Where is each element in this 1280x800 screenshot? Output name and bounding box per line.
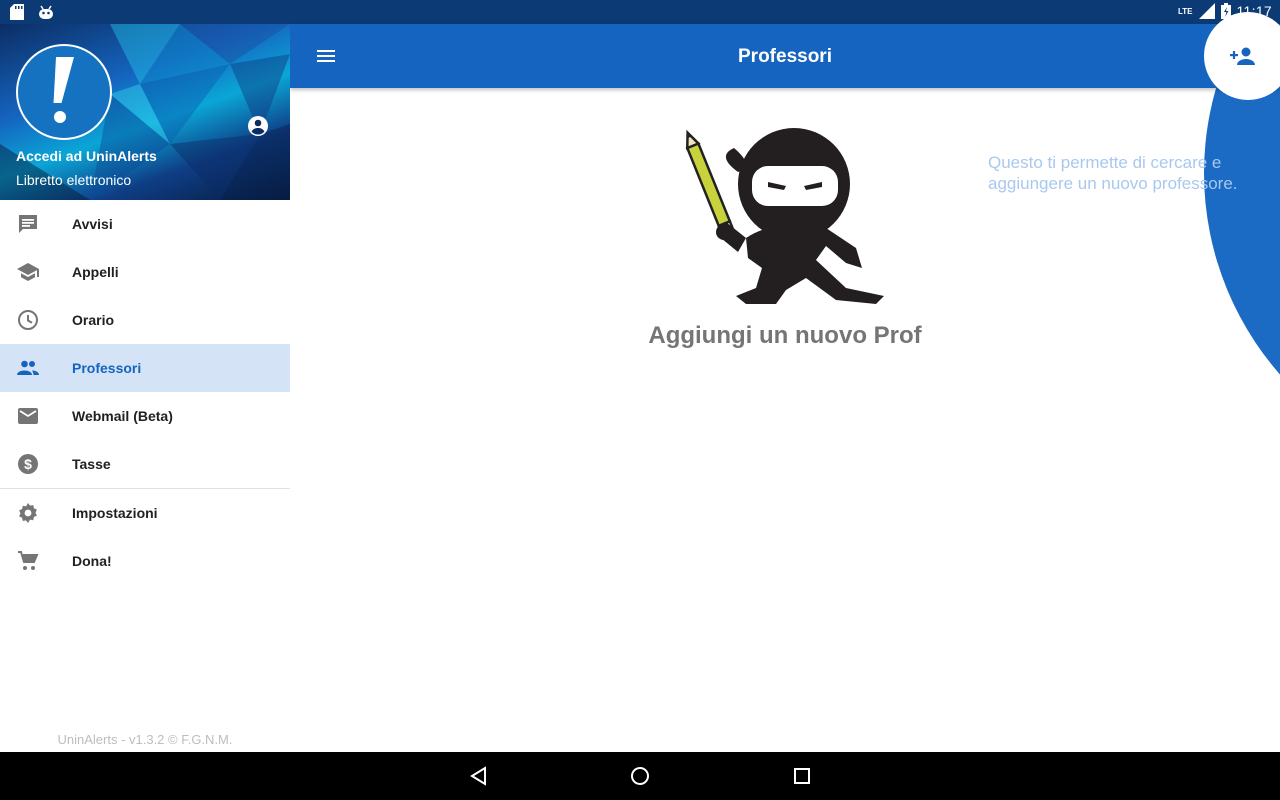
sd-card-icon (10, 4, 24, 20)
app-bar: Professori (290, 24, 1280, 88)
ninja-illustration (685, 128, 884, 304)
sidebar-item-label: Dona! (72, 553, 112, 569)
navigation-drawer: Accedi ad UninAlerts Libretto elettronic… (0, 24, 290, 752)
svg-text:$: $ (24, 456, 32, 472)
sidebar-item-orario[interactable]: Orario (0, 296, 290, 344)
showcase-description: Questo ti permette di cercare e aggiunge… (988, 153, 1238, 193)
sidebar-item-label: Tasse (72, 456, 111, 472)
clock-icon (18, 310, 38, 330)
sidebar-item-impostazioni[interactable]: Impostazioni (0, 489, 290, 537)
school-icon (17, 263, 39, 281)
android-icon (39, 5, 53, 19)
drawer-header: Accedi ad UninAlerts Libretto elettronic… (0, 24, 290, 200)
sidebar-item-tasse[interactable]: $ Tasse (0, 440, 290, 488)
login-subtitle: Libretto elettronico (16, 172, 132, 188)
showcase-highlight (1204, 88, 1280, 478)
cart-icon (18, 551, 39, 570)
sidebar-item-dona[interactable]: Dona! (0, 537, 290, 585)
empty-state-text: Aggiungi un nuovo Prof (648, 322, 922, 349)
status-bar: LTE 11:17 (0, 0, 1280, 24)
showcase-title: Cerca un professore (988, 121, 1173, 142)
sidebar-item-label: Orario (72, 312, 115, 328)
page-title: Professori (738, 46, 832, 67)
login-title[interactable]: Accedi ad UninAlerts (16, 148, 157, 164)
account-circle-icon[interactable] (246, 114, 270, 138)
sidebar-item-avvisi[interactable]: Avvisi (0, 200, 290, 248)
network-type: LTE (1177, 6, 1193, 16)
sidebar-item-appelli[interactable]: Appelli (0, 248, 290, 296)
system-navigation-bar (0, 752, 1280, 800)
person-add-icon (1230, 47, 1255, 65)
dollar-icon: $ (18, 454, 38, 474)
sidebar-item-label: Appelli (72, 264, 119, 280)
message-icon (19, 215, 37, 233)
exclamation-icon (53, 57, 74, 123)
drawer-menu: Avvisi Appelli Orario Professori Webmail… (0, 200, 290, 585)
sidebar-item-label: Avvisi (72, 216, 113, 232)
people-icon (17, 360, 39, 375)
recent-apps-icon[interactable] (792, 766, 812, 786)
sidebar-item-label: Webmail (Beta) (72, 408, 173, 424)
home-icon[interactable] (630, 766, 650, 786)
app-logo (16, 44, 112, 140)
gear-icon (19, 503, 37, 523)
version-text: UninAlerts - v1.3.2 © F.G.N.M. (57, 732, 233, 747)
back-icon[interactable] (469, 766, 489, 786)
sidebar-item-label: Impostazioni (72, 505, 158, 521)
sidebar-item-webmail[interactable]: Webmail (Beta) (0, 392, 290, 440)
mail-icon (18, 408, 38, 424)
sidebar-item-label: Professori (72, 360, 142, 376)
sidebar-item-professori[interactable]: Professori (0, 344, 290, 392)
signal-icon (1198, 3, 1215, 19)
